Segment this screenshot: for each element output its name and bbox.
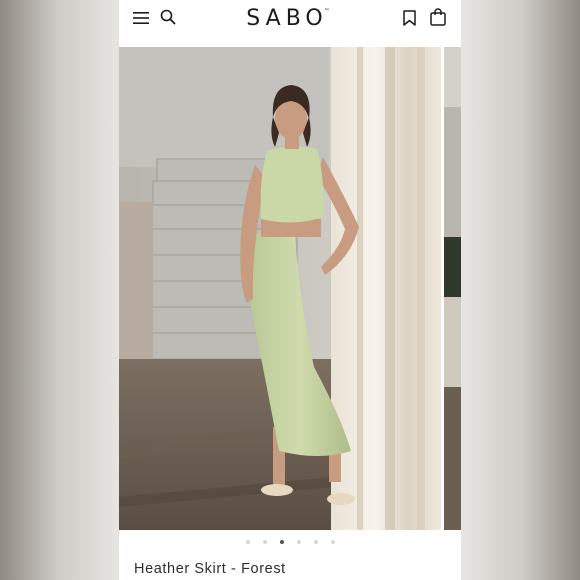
product-photo[interactable] <box>119 47 441 530</box>
phone-screen: SABO™ Heather Skirt - Forest <box>119 0 461 580</box>
pagination-dot[interactable] <box>245 540 250 544</box>
pagination-dot[interactable] <box>313 540 318 544</box>
app-header: SABO™ <box>119 0 461 46</box>
pagination-dot[interactable] <box>330 540 335 544</box>
pagination-dot[interactable] <box>296 540 301 544</box>
next-product-photo[interactable] <box>444 47 461 530</box>
pagination-dot[interactable] <box>262 540 267 544</box>
bag-icon[interactable] <box>430 8 446 26</box>
product-image-gallery[interactable] <box>119 47 461 530</box>
gallery-pagination <box>119 537 461 547</box>
pagination-dot-active[interactable] <box>279 540 284 544</box>
product-title: Heather Skirt - Forest <box>134 561 286 577</box>
brand-name: SABO <box>246 6 328 31</box>
trademark: ™ <box>323 8 330 15</box>
bookmark-icon[interactable] <box>403 10 416 26</box>
